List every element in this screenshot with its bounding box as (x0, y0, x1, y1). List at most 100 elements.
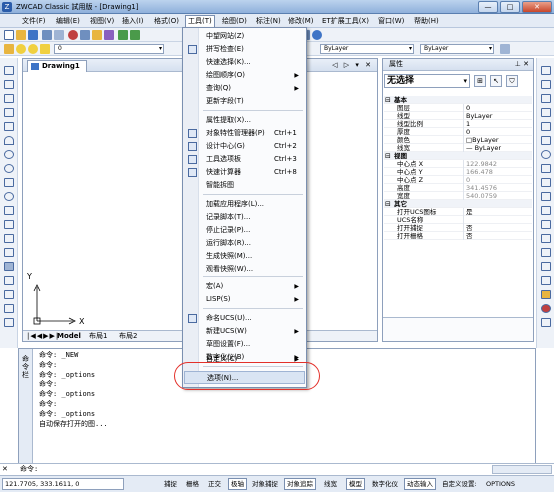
property-row[interactable]: 高度 341.4576 (384, 184, 532, 192)
mirror-icon[interactable] (541, 94, 551, 103)
property-row[interactable]: UCS名称 (384, 216, 532, 224)
drawing-controls[interactable]: ◁ ▷ ▾ ✕ (332, 60, 373, 71)
tools-menu-item[interactable]: 对象特性管理器(P) Ctrl+1 (184, 127, 305, 140)
property-row[interactable]: 中心点 Z 0 (384, 176, 532, 184)
property-value[interactable]: — ByLayer (463, 144, 531, 152)
match-properties-icon[interactable] (104, 30, 114, 40)
tools-menu-item[interactable]: 快速计算器 Ctrl+8 (184, 166, 305, 179)
arc-icon[interactable] (4, 136, 14, 145)
layer-freeze-icon[interactable] (28, 44, 38, 54)
status-options[interactable]: OPTIONS (484, 478, 517, 490)
tools-menu-item[interactable]: 智能拆图 (184, 179, 305, 192)
property-value[interactable]: 341.4576 (463, 184, 531, 192)
move-icon[interactable] (541, 136, 551, 145)
menu-view[interactable]: 视图(V) (88, 15, 116, 27)
shade-icon[interactable] (541, 318, 551, 327)
new-file-icon[interactable] (4, 30, 14, 40)
property-value[interactable]: 否 (463, 224, 531, 232)
status-tablet[interactable]: 数字化仪 (370, 478, 400, 490)
extend-icon[interactable] (541, 206, 551, 215)
property-value[interactable]: 0 (463, 176, 531, 184)
tools-menu-item[interactable]: 新建UCS(W) ▶ (184, 325, 305, 338)
region-icon[interactable] (4, 290, 14, 299)
save-icon[interactable] (28, 30, 38, 40)
property-value[interactable]: 166.478 (463, 168, 531, 176)
erase-icon[interactable] (541, 66, 551, 75)
property-row[interactable]: 打开栅格 否 (384, 232, 532, 240)
tools-menu-item[interactable]: 观看快照(W)... (184, 263, 305, 276)
help-icon[interactable] (312, 30, 322, 40)
polygon-icon[interactable] (4, 108, 14, 117)
property-value[interactable]: ByLayer (463, 112, 531, 120)
quick-select-icon[interactable]: ⛉ (506, 75, 518, 87)
tab-layout2[interactable]: 布局2 (119, 331, 137, 341)
coordinate-readout[interactable]: 121.7705, 333.1611, 0 (2, 478, 124, 490)
property-row[interactable]: 颜色 □ByLayer (384, 136, 532, 144)
print-icon[interactable] (42, 30, 52, 40)
status-custom-settings[interactable]: 自定义设置: (440, 478, 479, 490)
menu-dimension[interactable]: 标注(N) (254, 15, 283, 27)
copy-icon[interactable] (80, 30, 90, 40)
layer-lock-icon[interactable] (40, 44, 50, 54)
tools-menu-item[interactable]: 查询(Q) ▶ (184, 82, 305, 95)
tools-menu-item[interactable]: 设计中心(G) Ctrl+2 (184, 140, 305, 153)
layer-on-icon[interactable] (16, 44, 26, 54)
property-row[interactable]: 中心点 Y 166.478 (384, 168, 532, 176)
offset-icon[interactable] (541, 108, 551, 117)
rectangle-icon[interactable] (4, 122, 14, 131)
status-lineweight[interactable]: 线宽 (322, 478, 339, 490)
spline-icon[interactable] (4, 178, 14, 187)
status-grid[interactable]: 栅格 (184, 478, 201, 490)
menu-insert[interactable]: 插入(I) (120, 15, 146, 27)
property-row[interactable]: 中心点 X 122.9842 (384, 160, 532, 168)
selection-combo[interactable]: 无选择 (384, 74, 470, 88)
ellipse-icon[interactable] (4, 192, 14, 201)
explode-icon[interactable] (541, 276, 551, 285)
mtext-icon[interactable] (4, 318, 14, 327)
status-osnap[interactable]: 对象捕捉 (250, 478, 280, 490)
tools-menu-item[interactable]: 运行脚本(R)... (184, 237, 305, 250)
maximize-button[interactable]: □ (500, 1, 520, 13)
tools-menu-item[interactable]: 加载应用程序(L)... (184, 198, 305, 211)
open-file-icon[interactable] (16, 30, 26, 40)
property-row[interactable]: 线型 ByLayer (384, 112, 532, 120)
lineweight-combo[interactable]: ByLayer (420, 44, 494, 54)
close-button[interactable]: ✕ (522, 1, 552, 13)
hide-icon[interactable] (541, 290, 551, 299)
toggle-pickadd-icon[interactable]: ⊞ (474, 75, 486, 87)
menu-et-tools[interactable]: ET扩展工具(X) (320, 15, 371, 27)
line-icon[interactable] (4, 66, 14, 75)
rotate-icon[interactable] (541, 150, 551, 159)
tab-layout1[interactable]: 布局1 (89, 331, 107, 341)
tools-menu-item[interactable]: 快速选择(K)... (184, 56, 305, 69)
tools-menu-item[interactable]: 生成快照(M)... (184, 250, 305, 263)
status-otrack[interactable]: 对象追踪 (284, 478, 316, 490)
property-value[interactable]: □ByLayer (463, 136, 531, 144)
close-command-icon[interactable]: ✕ (2, 465, 8, 474)
tools-menu-item[interactable]: 记录脚本(T)... (184, 211, 305, 224)
stretch-icon[interactable] (541, 178, 551, 187)
cut-icon[interactable] (68, 30, 78, 40)
menu-draw[interactable]: 绘图(D) (220, 15, 249, 27)
property-category[interactable]: 基本 (384, 96, 532, 104)
menu-tools[interactable]: 工具(T) (185, 15, 215, 27)
break-icon[interactable] (541, 220, 551, 229)
render-icon[interactable] (541, 304, 551, 313)
minimize-button[interactable]: — (478, 1, 498, 13)
properties-controls[interactable]: ⊥ ✕ (515, 59, 529, 70)
property-value[interactable]: 0 (463, 104, 531, 112)
ellipse-arc-icon[interactable] (4, 206, 14, 215)
layer-combo[interactable]: 0 (54, 44, 164, 54)
layer-manager-icon[interactable] (4, 44, 14, 54)
tools-menu-item[interactable]: 草图设置(F)... (184, 338, 305, 351)
status-dynamic-input[interactable]: 动态输入 (404, 478, 436, 490)
tools-menu-item[interactable]: 中望网站(Z) (184, 30, 305, 43)
property-value[interactable]: 否 (463, 232, 531, 240)
tools-menu-item[interactable]: 命名UCS(U)... (184, 312, 305, 325)
property-row[interactable]: 线宽 — ByLayer (384, 144, 532, 152)
undo-icon[interactable] (118, 30, 128, 40)
drawing-tab[interactable]: Drawing1 (27, 60, 87, 72)
tools-menu-item[interactable]: 拼写检查(E) (184, 43, 305, 56)
linetype-combo[interactable]: ByLayer (320, 44, 414, 54)
tools-menu-item[interactable]: 更新字段(T) (184, 95, 305, 108)
